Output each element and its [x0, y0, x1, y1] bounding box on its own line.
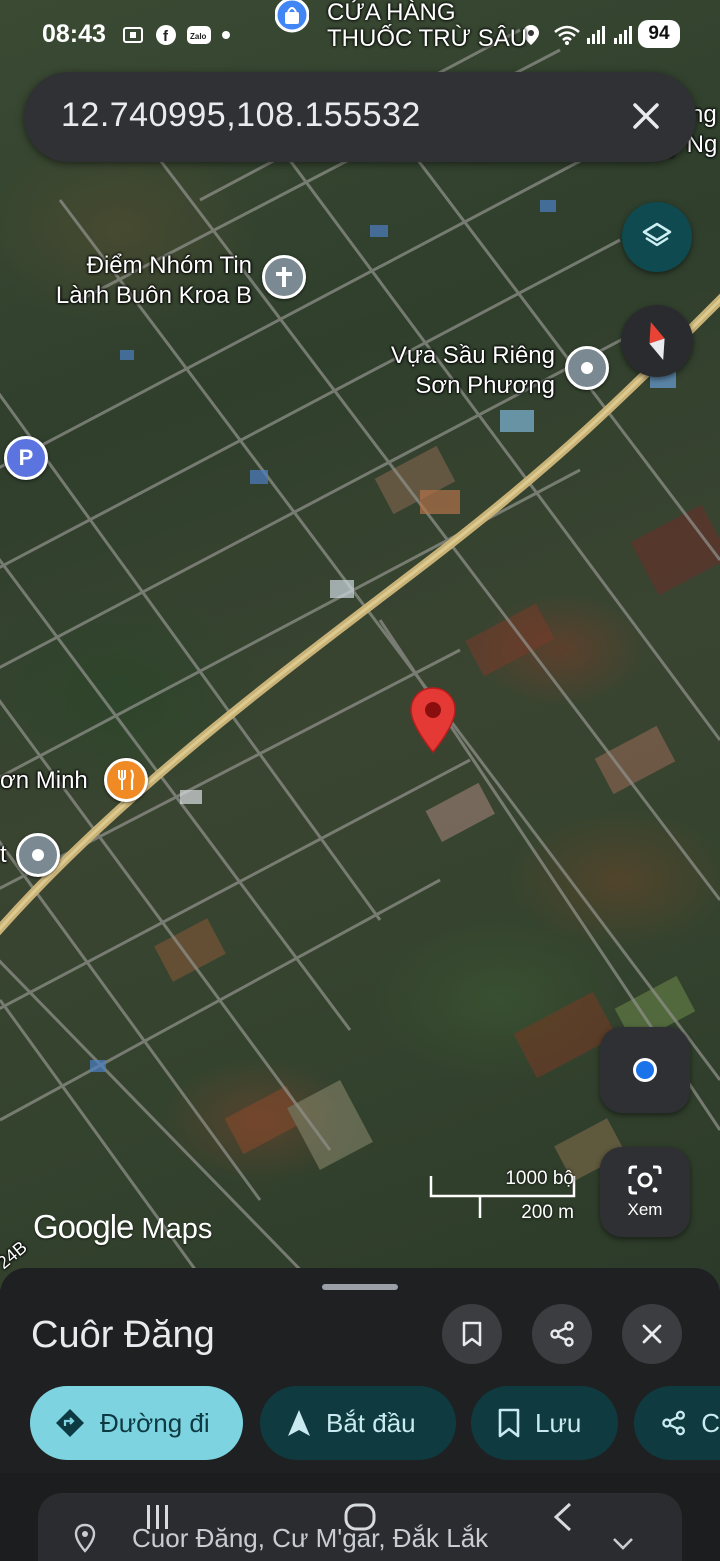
my-location-button[interactable]	[600, 1027, 690, 1113]
compass-icon	[649, 321, 665, 361]
google-maps-logo: Google Maps	[33, 1208, 212, 1246]
layers-button[interactable]	[622, 202, 692, 272]
directions-label: Đường đi	[100, 1407, 210, 1438]
church-label-line1: Điểm Nhóm Tin	[86, 252, 252, 279]
camera-lens-icon	[628, 1165, 662, 1195]
lens-button[interactable]: Xem	[600, 1147, 690, 1237]
signal-icon-2	[612, 24, 638, 46]
close-icon[interactable]	[624, 94, 668, 138]
svg-text:Zalo: Zalo	[190, 32, 207, 41]
bookmark-icon	[498, 1408, 520, 1438]
address-text: Cuor Đăng, Cư M'gar, Đắk Lắk	[132, 1523, 489, 1553]
dropped-pin-icon[interactable]	[408, 686, 458, 754]
system-nav-bar: Cuor Đăng, Cư M'gar, Đắk Lắk	[0, 1473, 720, 1561]
navigation-arrow-icon	[288, 1410, 310, 1436]
poi-label-line1: CỬA HÀNG	[327, 0, 456, 26]
logo-google: Google	[33, 1208, 134, 1245]
share-icon	[550, 1321, 574, 1347]
share-icon	[662, 1410, 685, 1436]
status-time: 08:43	[42, 20, 106, 48]
durian-label-line2: Sơn Phương	[415, 372, 555, 399]
facebook-icon: f	[155, 24, 177, 46]
lens-label: Xem	[627, 1200, 663, 1219]
church-label[interactable]: Điểm Nhóm Tin Lành Buôn Kroa B	[40, 251, 252, 311]
shopping-bag-pin-icon	[275, 0, 309, 33]
compass-button[interactable]	[621, 305, 693, 377]
place-title: Cuôr Đăng	[31, 1314, 215, 1356]
durian-label-line1: Vựa Sầu Riêng	[390, 342, 555, 369]
layers-icon	[642, 222, 672, 247]
recents-icon[interactable]	[138, 1497, 178, 1537]
save-label: Lưu	[535, 1407, 582, 1438]
durian-depot-label[interactable]: Vựa Sầu Riêng Sơn Phương	[360, 341, 555, 401]
scale-bar: 1000 bộ 200 m	[428, 1168, 578, 1228]
screenshot-icon	[122, 24, 144, 46]
restaurant-label[interactable]: ơn Minh	[0, 766, 88, 796]
parking-label: P	[18, 445, 34, 470]
share-icon-button[interactable]	[532, 1304, 592, 1364]
drag-handle[interactable]	[322, 1284, 398, 1290]
map-view[interactable]: 08:43 f Zalo 94 CỬA HÀNG THUỐC TRỪ SÂU n…	[0, 0, 720, 1290]
directions-icon	[56, 1409, 84, 1437]
generic-pin-icon[interactable]	[565, 346, 609, 390]
chevron-down-icon[interactable]	[612, 1537, 634, 1551]
restaurant-icon[interactable]	[104, 758, 148, 802]
church-label-line2: Lành Buôn Kroa B	[55, 282, 252, 309]
save-button[interactable]: Lưu	[471, 1386, 618, 1460]
scale-imperial: 1000 bộ	[505, 1168, 574, 1189]
save-icon-button[interactable]	[442, 1304, 502, 1364]
home-icon[interactable]	[340, 1497, 380, 1537]
parking-icon[interactable]: P	[4, 436, 48, 480]
wifi-icon	[553, 24, 581, 46]
location-pin-icon	[74, 1523, 96, 1553]
my-location-icon	[633, 1058, 657, 1082]
search-query[interactable]: 12.740995,108.155532	[61, 96, 421, 135]
scale-metric: 200 m	[521, 1202, 574, 1223]
signal-icon	[585, 24, 611, 46]
start-button[interactable]: Bắt đầu	[260, 1386, 456, 1460]
dot-icon	[215, 24, 237, 46]
close-icon	[642, 1324, 662, 1344]
share-button[interactable]: C	[634, 1386, 720, 1460]
bookmark-icon	[462, 1321, 482, 1347]
share-label: C	[701, 1407, 720, 1438]
logo-maps: Maps	[141, 1213, 213, 1245]
church-pin-icon[interactable]	[262, 255, 306, 299]
poi-label-line2: THUỐC TRỪ SÂU	[327, 25, 528, 52]
close-sheet-button[interactable]	[622, 1304, 682, 1364]
back-icon[interactable]	[542, 1497, 582, 1537]
directions-button[interactable]: Đường đi	[30, 1386, 243, 1460]
zalo-icon: Zalo	[186, 24, 212, 46]
edge-label-left: t	[0, 841, 7, 868]
battery-level: 94	[638, 20, 680, 48]
search-bar[interactable]: 12.740995,108.155532	[24, 72, 696, 162]
generic-pin-icon-2[interactable]	[16, 833, 60, 877]
start-label: Bắt đầu	[326, 1407, 416, 1438]
place-sheet[interactable]: Cuôr Đăng Đường đi Bắt đầu Lưu C	[0, 1268, 720, 1473]
